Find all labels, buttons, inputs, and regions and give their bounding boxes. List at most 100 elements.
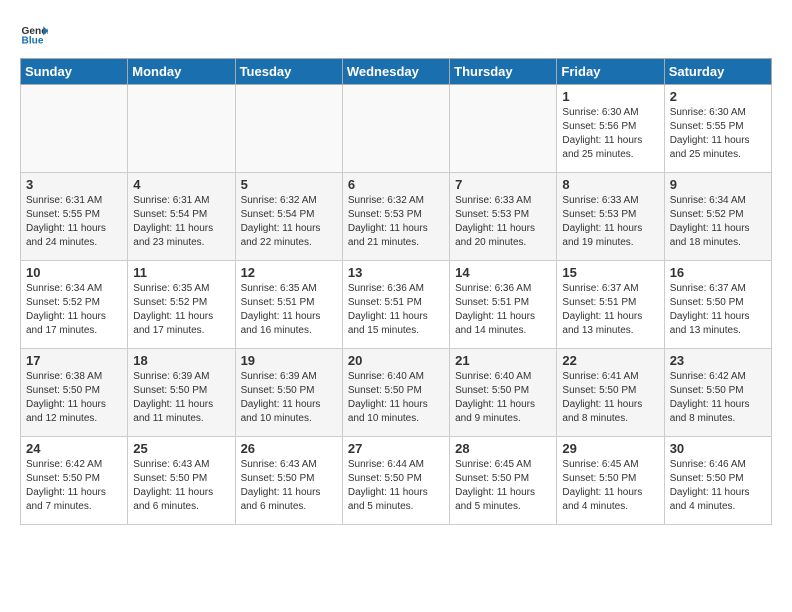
day-number: 4	[133, 177, 229, 192]
day-info: Sunrise: 6:42 AM Sunset: 5:50 PM Dayligh…	[26, 458, 122, 514]
day-number: 27	[348, 441, 444, 456]
day-info: Sunrise: 6:37 AM Sunset: 5:51 PM Dayligh…	[562, 282, 658, 338]
day-info: Sunrise: 6:38 AM Sunset: 5:50 PM Dayligh…	[26, 370, 122, 426]
calendar-cell: 3 Sunrise: 6:31 AM Sunset: 5:55 PM Daylig…	[21, 173, 128, 261]
day-number: 25	[133, 441, 229, 456]
calendar-cell: 14 Sunrise: 6:36 AM Sunset: 5:51 PM Dayli…	[450, 261, 557, 349]
weekday-header-wednesday: Wednesday	[342, 59, 449, 85]
day-info: Sunrise: 6:39 AM Sunset: 5:50 PM Dayligh…	[241, 370, 337, 426]
day-info: Sunrise: 6:32 AM Sunset: 5:54 PM Dayligh…	[241, 194, 337, 250]
day-info: Sunrise: 6:42 AM Sunset: 5:50 PM Dayligh…	[670, 370, 766, 426]
day-info: Sunrise: 6:40 AM Sunset: 5:50 PM Dayligh…	[348, 370, 444, 426]
calendar-cell: 18 Sunrise: 6:39 AM Sunset: 5:50 PM Dayli…	[128, 349, 235, 437]
weekday-header-thursday: Thursday	[450, 59, 557, 85]
day-info: Sunrise: 6:43 AM Sunset: 5:50 PM Dayligh…	[241, 458, 337, 514]
day-info: Sunrise: 6:46 AM Sunset: 5:50 PM Dayligh…	[670, 458, 766, 514]
day-number: 16	[670, 265, 766, 280]
day-info: Sunrise: 6:37 AM Sunset: 5:50 PM Dayligh…	[670, 282, 766, 338]
day-number: 22	[562, 353, 658, 368]
svg-text:Blue: Blue	[22, 35, 44, 46]
day-info: Sunrise: 6:32 AM Sunset: 5:53 PM Dayligh…	[348, 194, 444, 250]
day-number: 11	[133, 265, 229, 280]
day-number: 23	[670, 353, 766, 368]
logo-icon: General Blue	[20, 20, 48, 48]
calendar-cell: 24 Sunrise: 6:42 AM Sunset: 5:50 PM Dayli…	[21, 437, 128, 525]
day-number: 3	[26, 177, 122, 192]
day-info: Sunrise: 6:45 AM Sunset: 5:50 PM Dayligh…	[455, 458, 551, 514]
day-number: 14	[455, 265, 551, 280]
calendar-cell: 26 Sunrise: 6:43 AM Sunset: 5:50 PM Dayli…	[235, 437, 342, 525]
day-number: 29	[562, 441, 658, 456]
calendar-cell: 6 Sunrise: 6:32 AM Sunset: 5:53 PM Daylig…	[342, 173, 449, 261]
calendar-cell: 8 Sunrise: 6:33 AM Sunset: 5:53 PM Daylig…	[557, 173, 664, 261]
day-number: 8	[562, 177, 658, 192]
day-info: Sunrise: 6:33 AM Sunset: 5:53 PM Dayligh…	[455, 194, 551, 250]
day-info: Sunrise: 6:30 AM Sunset: 5:55 PM Dayligh…	[670, 106, 766, 162]
day-number: 18	[133, 353, 229, 368]
calendar-body: 1Sunrise: 6:30 AM Sunset: 5:56 PM Daylig…	[21, 85, 772, 525]
day-info: Sunrise: 6:34 AM Sunset: 5:52 PM Dayligh…	[670, 194, 766, 250]
calendar-cell: 9 Sunrise: 6:34 AM Sunset: 5:52 PM Daylig…	[664, 173, 771, 261]
day-number: 2	[670, 89, 766, 104]
day-info: Sunrise: 6:44 AM Sunset: 5:50 PM Dayligh…	[348, 458, 444, 514]
calendar-week-4: 17 Sunrise: 6:38 AM Sunset: 5:50 PM Dayli…	[21, 349, 772, 437]
calendar-cell: 15 Sunrise: 6:37 AM Sunset: 5:51 PM Dayli…	[557, 261, 664, 349]
calendar-cell: 16 Sunrise: 6:37 AM Sunset: 5:50 PM Dayli…	[664, 261, 771, 349]
calendar-cell: 12Sunrise: 6:35 AM Sunset: 5:51 PM Dayli…	[235, 261, 342, 349]
calendar-cell: 11 Sunrise: 6:35 AM Sunset: 5:52 PM Dayli…	[128, 261, 235, 349]
calendar-cell	[21, 85, 128, 173]
day-info: Sunrise: 6:31 AM Sunset: 5:55 PM Dayligh…	[26, 194, 122, 250]
calendar-cell: 17 Sunrise: 6:38 AM Sunset: 5:50 PM Dayli…	[21, 349, 128, 437]
calendar-cell: 28 Sunrise: 6:45 AM Sunset: 5:50 PM Dayli…	[450, 437, 557, 525]
calendar-cell: 21 Sunrise: 6:40 AM Sunset: 5:50 PM Dayli…	[450, 349, 557, 437]
calendar-cell: 19 Sunrise: 6:39 AM Sunset: 5:50 PM Dayli…	[235, 349, 342, 437]
day-number: 17	[26, 353, 122, 368]
day-info: Sunrise: 6:45 AM Sunset: 5:50 PM Dayligh…	[562, 458, 658, 514]
day-number: 28	[455, 441, 551, 456]
calendar-cell: 2 Sunrise: 6:30 AM Sunset: 5:55 PM Daylig…	[664, 85, 771, 173]
weekday-header-saturday: Saturday	[664, 59, 771, 85]
day-number: 30	[670, 441, 766, 456]
calendar-cell: 23 Sunrise: 6:42 AM Sunset: 5:50 PM Dayli…	[664, 349, 771, 437]
calendar-cell: 1Sunrise: 6:30 AM Sunset: 5:56 PM Daylig…	[557, 85, 664, 173]
calendar-week-2: 3 Sunrise: 6:31 AM Sunset: 5:55 PM Daylig…	[21, 173, 772, 261]
page-header: General Blue	[20, 20, 772, 48]
calendar-week-3: 10 Sunrise: 6:34 AM Sunset: 5:52 PM Dayli…	[21, 261, 772, 349]
day-number: 24	[26, 441, 122, 456]
weekday-header-friday: Friday	[557, 59, 664, 85]
calendar-cell: 13Sunrise: 6:36 AM Sunset: 5:51 PM Dayli…	[342, 261, 449, 349]
day-info: Sunrise: 6:33 AM Sunset: 5:53 PM Dayligh…	[562, 194, 658, 250]
day-info: Sunrise: 6:39 AM Sunset: 5:50 PM Dayligh…	[133, 370, 229, 426]
calendar-cell	[342, 85, 449, 173]
day-info: Sunrise: 6:35 AM Sunset: 5:52 PM Dayligh…	[133, 282, 229, 338]
calendar-cell: 25 Sunrise: 6:43 AM Sunset: 5:50 PM Dayli…	[128, 437, 235, 525]
calendar-cell: 10 Sunrise: 6:34 AM Sunset: 5:52 PM Dayli…	[21, 261, 128, 349]
day-info: Sunrise: 6:36 AM Sunset: 5:51 PM Dayligh…	[455, 282, 551, 338]
calendar-cell	[235, 85, 342, 173]
day-info: Sunrise: 6:43 AM Sunset: 5:50 PM Dayligh…	[133, 458, 229, 514]
calendar-cell: 20 Sunrise: 6:40 AM Sunset: 5:50 PM Dayli…	[342, 349, 449, 437]
calendar-cell: 7 Sunrise: 6:33 AM Sunset: 5:53 PM Daylig…	[450, 173, 557, 261]
calendar-cell: 5 Sunrise: 6:32 AM Sunset: 5:54 PM Daylig…	[235, 173, 342, 261]
day-info: Sunrise: 6:30 AM Sunset: 5:56 PM Dayligh…	[562, 106, 658, 162]
day-number: 21	[455, 353, 551, 368]
day-info: Sunrise: 6:40 AM Sunset: 5:50 PM Dayligh…	[455, 370, 551, 426]
weekday-header-monday: Monday	[128, 59, 235, 85]
day-info: Sunrise: 6:34 AM Sunset: 5:52 PM Dayligh…	[26, 282, 122, 338]
calendar-week-5: 24 Sunrise: 6:42 AM Sunset: 5:50 PM Dayli…	[21, 437, 772, 525]
day-number: 9	[670, 177, 766, 192]
day-number: 6	[348, 177, 444, 192]
day-number: 15	[562, 265, 658, 280]
day-number: 5	[241, 177, 337, 192]
day-info: Sunrise: 6:36 AM Sunset: 5:51 PM Dayligh…	[348, 282, 444, 338]
day-number: 10	[26, 265, 122, 280]
calendar-cell: 22 Sunrise: 6:41 AM Sunset: 5:50 PM Dayli…	[557, 349, 664, 437]
day-info: Sunrise: 6:41 AM Sunset: 5:50 PM Dayligh…	[562, 370, 658, 426]
calendar-cell: 4Sunrise: 6:31 AM Sunset: 5:54 PM Daylig…	[128, 173, 235, 261]
calendar-cell: 29 Sunrise: 6:45 AM Sunset: 5:50 PM Dayli…	[557, 437, 664, 525]
day-number: 26	[241, 441, 337, 456]
day-number: 19	[241, 353, 337, 368]
day-number: 7	[455, 177, 551, 192]
weekday-header-sunday: Sunday	[21, 59, 128, 85]
day-number: 20	[348, 353, 444, 368]
